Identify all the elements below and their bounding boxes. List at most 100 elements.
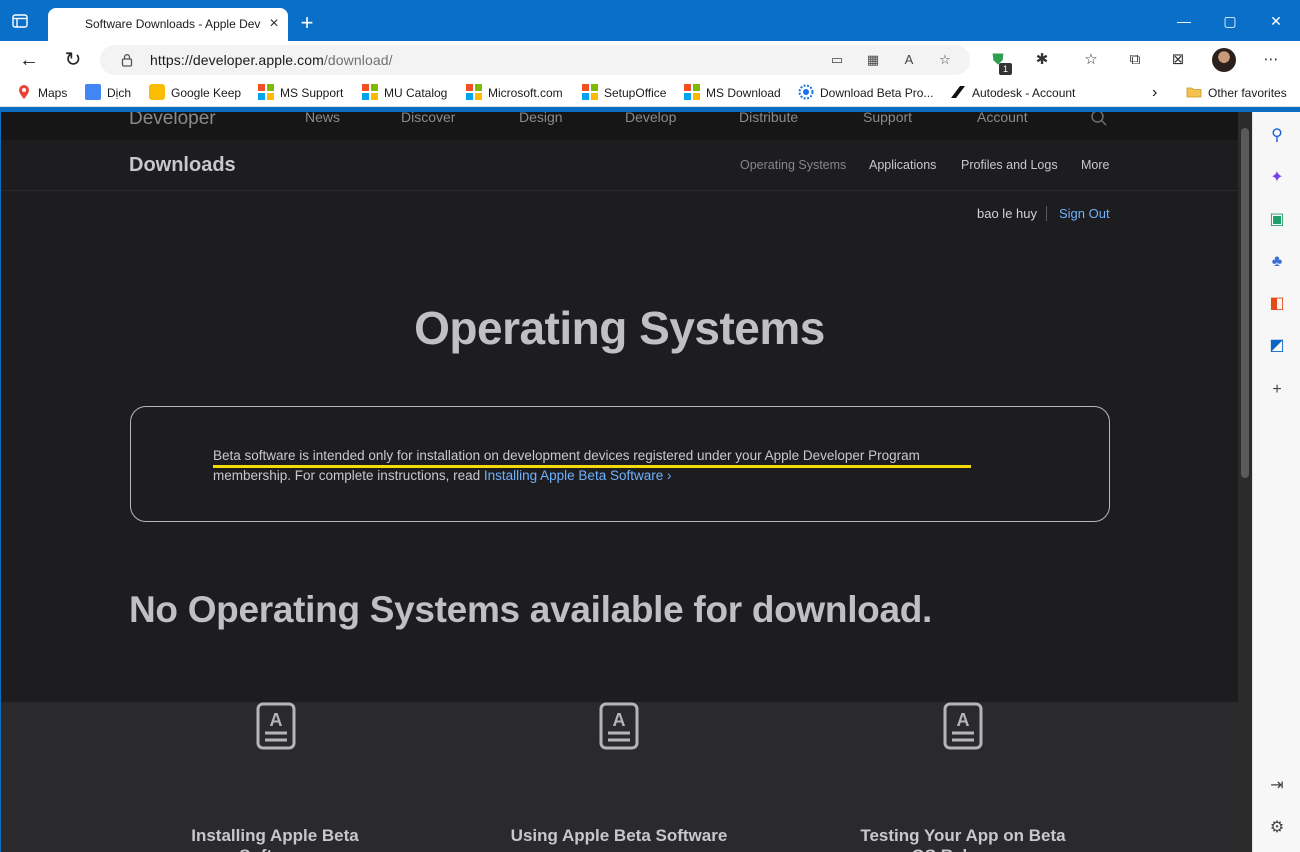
favorite-setupoffice[interactable]: SetupOffice bbox=[582, 84, 666, 102]
empty-state-heading: No Operating Systems available for downl… bbox=[129, 589, 933, 630]
favorite-ms-support[interactable]: MS Support bbox=[258, 84, 343, 102]
favorite-maps[interactable]: Maps bbox=[16, 84, 67, 102]
collections-icon[interactable]: ⧉ bbox=[1124, 50, 1146, 70]
microsoft-logo-icon bbox=[466, 84, 482, 100]
beta-notice-box: Beta software is intended only for insta… bbox=[130, 406, 1110, 522]
local-nav-title[interactable]: Downloads bbox=[129, 154, 236, 177]
nav-account[interactable]: Account bbox=[977, 112, 1028, 125]
lock-icon bbox=[121, 54, 133, 67]
copilot-sparkle-icon[interactable]: ✦ bbox=[1267, 168, 1287, 188]
favorite-download-beta[interactable]: Download Beta Pro... bbox=[798, 84, 933, 102]
tab-title: Software Downloads - Apple Dev bbox=[85, 17, 261, 31]
extension-badge: 1 bbox=[999, 63, 1012, 75]
url-path: /download/ bbox=[323, 52, 393, 68]
nav-develop[interactable]: Develop bbox=[625, 112, 676, 125]
web-content: Developer News Discover Design Develop D… bbox=[1, 112, 1238, 852]
active-tab[interactable]: Software Downloads - Apple Dev × bbox=[48, 8, 288, 41]
gear-badge-icon bbox=[798, 84, 814, 100]
apple-favicon-icon bbox=[60, 17, 74, 33]
favorite-microsoft-com[interactable]: Microsoft.com bbox=[466, 84, 563, 102]
browser-titlebar: Software Downloads - Apple Dev × + — ▢ ✕ bbox=[0, 0, 1300, 41]
svg-text:A: A bbox=[613, 710, 626, 730]
add-icon[interactable]: + bbox=[1267, 380, 1287, 400]
favorite-ms-download[interactable]: MS Download bbox=[684, 84, 781, 102]
tab-actions-icon[interactable] bbox=[12, 13, 38, 37]
qr-code-icon[interactable]: ▦ bbox=[864, 52, 882, 68]
minimize-button[interactable]: — bbox=[1161, 10, 1207, 32]
resource-installing-beta[interactable]: Installing Apple Beta Software bbox=[165, 826, 385, 852]
microsoft-logo-icon bbox=[582, 84, 598, 100]
google-keep-icon bbox=[149, 84, 165, 100]
hide-sidebar-icon[interactable]: ⇥ bbox=[1267, 776, 1287, 796]
autodesk-logo-icon bbox=[950, 84, 966, 100]
address-bar[interactable]: https://developer.apple.com/download/ ▭ … bbox=[100, 45, 970, 75]
document-icon: A bbox=[256, 702, 296, 750]
maps-pin-icon bbox=[16, 84, 32, 100]
installing-beta-link[interactable]: Installing Apple Beta Software › bbox=[484, 468, 672, 483]
favorites-bar: Maps Dịch Google Keep MS Support MU Cata… bbox=[0, 79, 1300, 107]
main-section: bao le huy Sign Out Operating Systems Be… bbox=[1, 191, 1238, 702]
favorite-google-keep[interactable]: Google Keep bbox=[149, 84, 241, 102]
sign-out-link[interactable]: Sign Out bbox=[1059, 206, 1110, 221]
games-icon[interactable]: ♣ bbox=[1267, 252, 1287, 272]
nav-news[interactable]: News bbox=[305, 112, 340, 125]
nav-discover[interactable]: Discover bbox=[401, 112, 455, 125]
extensions-puzzle-icon[interactable]: ✱ bbox=[1031, 50, 1053, 70]
url-text[interactable]: https://developer.apple.com/download/ bbox=[150, 52, 393, 68]
global-nav: Developer News Discover Design Develop D… bbox=[1, 112, 1238, 140]
back-arrow-icon[interactable]: ← bbox=[17, 49, 41, 71]
refresh-icon[interactable]: ↻ bbox=[61, 49, 85, 71]
divider bbox=[1046, 206, 1047, 221]
localnav-applications[interactable]: Applications bbox=[869, 158, 936, 172]
favorites-icon[interactable]: ☆ bbox=[1080, 50, 1102, 70]
settings-gear-icon[interactable]: ⚙ bbox=[1267, 818, 1287, 838]
add-favorite-star-icon[interactable]: ☆ bbox=[936, 52, 954, 68]
resource-using-beta[interactable]: Using Apple Beta Software bbox=[509, 826, 729, 846]
read-aloud-icon[interactable]: A bbox=[900, 52, 918, 68]
svg-text:A: A bbox=[270, 710, 283, 730]
browser-toolbar: ← ↻ https://developer.apple.com/download… bbox=[0, 41, 1300, 79]
microsoft-logo-icon bbox=[684, 84, 700, 100]
svg-text:A: A bbox=[957, 710, 970, 730]
user-name: bao le huy bbox=[977, 206, 1037, 221]
url-host: https://developer.apple.com bbox=[150, 52, 324, 68]
page-title: Operating Systems bbox=[414, 302, 825, 354]
maximize-button[interactable]: ▢ bbox=[1207, 10, 1253, 32]
profile-avatar[interactable] bbox=[1212, 48, 1236, 72]
office-icon[interactable]: ◧ bbox=[1267, 294, 1287, 314]
microsoft-logo-icon bbox=[258, 84, 274, 100]
more-menu-icon[interactable]: ⋯ bbox=[1260, 50, 1282, 70]
highlight-underline bbox=[213, 465, 971, 468]
favorite-autodesk[interactable]: Autodesk - Account bbox=[950, 84, 1075, 102]
favorite-dich[interactable]: Dịch bbox=[85, 84, 131, 102]
folder-icon bbox=[1186, 84, 1202, 100]
shopping-icon[interactable]: ▣ bbox=[1267, 210, 1287, 230]
document-icon: A bbox=[599, 702, 639, 750]
microsoft-logo-icon bbox=[362, 84, 378, 100]
app-available-icon[interactable]: ▭ bbox=[828, 52, 846, 68]
edge-sidebar: ⚲ ✦ ▣ ♣ ◧ ◩ + ⇥ ⚙ bbox=[1252, 112, 1300, 852]
document-icon: A bbox=[943, 702, 983, 750]
favorite-mu-catalog[interactable]: MU Catalog bbox=[362, 84, 447, 102]
chevron-right-icon[interactable]: › bbox=[1152, 84, 1157, 102]
other-favorites[interactable]: Other favorites bbox=[1186, 84, 1287, 102]
outlook-icon[interactable]: ◩ bbox=[1267, 336, 1287, 356]
scrollbar-thumb[interactable] bbox=[1241, 128, 1249, 478]
nav-distribute[interactable]: Distribute bbox=[739, 112, 798, 125]
search-icon[interactable]: ⚲ bbox=[1267, 126, 1287, 146]
search-icon[interactable] bbox=[1090, 112, 1108, 127]
web-capture-icon[interactable]: ⊠ bbox=[1167, 50, 1189, 70]
close-window-button[interactable]: ✕ bbox=[1253, 10, 1299, 32]
localnav-operating-systems[interactable]: Operating Systems bbox=[740, 158, 846, 172]
developer-logo[interactable]: Developer bbox=[129, 112, 216, 130]
nav-support[interactable]: Support bbox=[863, 112, 912, 125]
localnav-profiles-and-logs[interactable]: Profiles and Logs bbox=[961, 158, 1058, 172]
tab-close-button[interactable]: × bbox=[266, 15, 282, 33]
new-tab-button[interactable]: + bbox=[296, 12, 318, 34]
local-nav: Downloads Operating Systems Applications… bbox=[1, 140, 1238, 191]
resource-testing-app[interactable]: Testing Your App on Beta OS Releases bbox=[853, 826, 1073, 852]
localnav-more[interactable]: More bbox=[1081, 158, 1109, 172]
google-translate-icon bbox=[85, 84, 101, 100]
resources-section: A Installing Apple Beta Software A Using… bbox=[1, 702, 1238, 852]
nav-design[interactable]: Design bbox=[519, 112, 563, 125]
